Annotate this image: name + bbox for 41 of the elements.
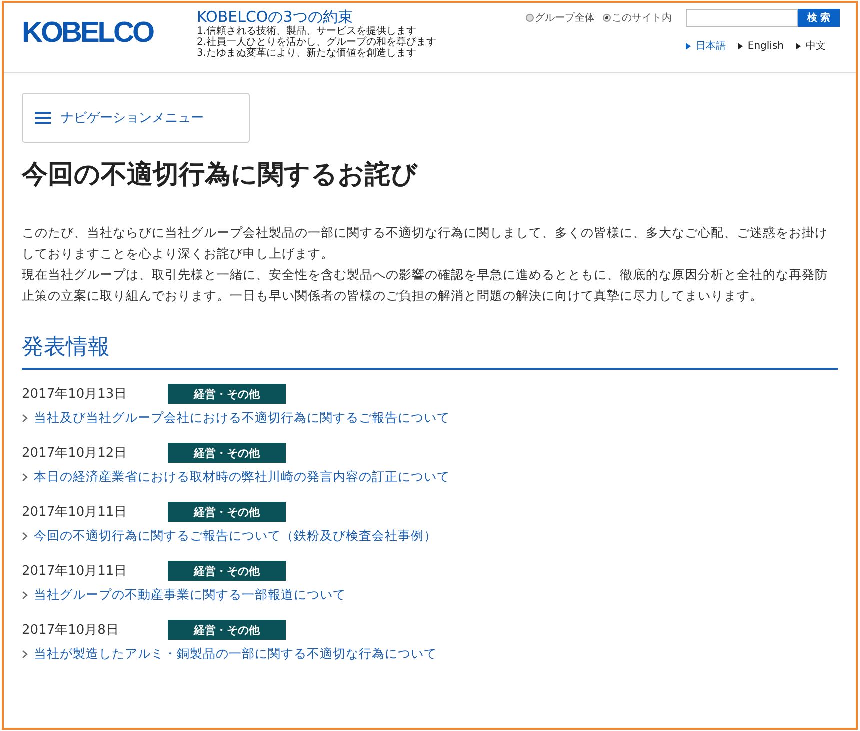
promise-line: 1.信頼される技術、製品、サービスを提供します bbox=[197, 26, 418, 37]
news-link[interactable]: 今回の不適切行為に関するご報告について（鉄粉及び検査会社事例） bbox=[22, 528, 437, 545]
news-date: 2017年10月11日 bbox=[22, 504, 128, 521]
section-title: 発表情報 bbox=[22, 332, 838, 370]
news-link[interactable]: 当社及び当社グループ会社における不適切行為に関するご報告について bbox=[22, 410, 450, 427]
paragraph: このたび、当社ならびに当社グループ会社製品の一部に関する不適切な行為に関しまして、多くの皆様に、多大なご心配、ご迷惑をお掛けしておりますことを心より深くお詫び申し上げます。 bbox=[22, 224, 829, 263]
kobelco-logo[interactable]: KOBELCO bbox=[22, 17, 197, 50]
language-link[interactable]: 中文 bbox=[796, 39, 826, 53]
category-tag: 経営・その他 bbox=[168, 502, 286, 522]
category-tag: 経営・その他 bbox=[168, 561, 286, 581]
category-tag: 経営・その他 bbox=[168, 620, 286, 640]
triangle-icon bbox=[796, 42, 801, 50]
chevron-icon bbox=[22, 650, 28, 659]
menu-icon bbox=[35, 112, 51, 124]
category-tag: 経営・その他 bbox=[168, 443, 286, 463]
news-date: 2017年10月12日 bbox=[22, 445, 128, 462]
triangle-icon bbox=[738, 42, 743, 50]
news-date: 2017年10月11日 bbox=[22, 563, 128, 580]
navigation-menu-button[interactable]: ナビゲーションメニュー bbox=[22, 93, 250, 143]
news-link[interactable]: 本日の経済産業省における取材時の弊社川崎の発言内容の訂正について bbox=[22, 469, 450, 486]
scope-radio[interactable]: このサイト内 bbox=[603, 11, 672, 25]
page-title: 今回の不適切行為に関するお詫び bbox=[22, 159, 419, 192]
news-date: 2017年10月13日 bbox=[22, 386, 128, 403]
promise-line: 2.社員一人ひとりを活かし、グループの和を尊びます bbox=[197, 37, 437, 48]
language-link[interactable]: English bbox=[738, 39, 784, 53]
triangle-icon bbox=[686, 42, 691, 50]
category-tag: 経営・その他 bbox=[168, 384, 286, 404]
chevron-icon bbox=[22, 591, 28, 600]
search-field[interactable] bbox=[686, 9, 798, 27]
chevron-icon bbox=[22, 473, 28, 482]
scope-radio[interactable]: グループ全体 bbox=[526, 11, 595, 25]
promise-title: KOBELCOの3つの約束 bbox=[197, 9, 354, 26]
news-date: 2017年10月8日 bbox=[22, 622, 120, 639]
news-link[interactable]: 当社グループの不動産事業に関する一部報道について bbox=[22, 587, 346, 604]
language-link[interactable]: 日本語 bbox=[686, 39, 726, 53]
chevron-icon bbox=[22, 414, 28, 423]
news-link[interactable]: 当社が製造したアルミ・銅製品の一部に関する不適切な行為について bbox=[22, 646, 437, 663]
promise-line: 3.たゆまぬ変革により、新たな価値を創造します bbox=[197, 48, 418, 59]
search-button[interactable]: 検 索 bbox=[798, 9, 840, 27]
paragraph: 現在当社グループは、取引先様と一緒に、安全性を含む製品への影響の確認を早急に進めるとともに、徹底的な原因分析と全社的な再発防止策の立案に取り組んでおります。一日も早い関係者の皆様のご負担の解消と問題の解決に向けて真摯に尽力してまいります。 bbox=[22, 266, 829, 305]
chevron-icon bbox=[22, 532, 28, 541]
